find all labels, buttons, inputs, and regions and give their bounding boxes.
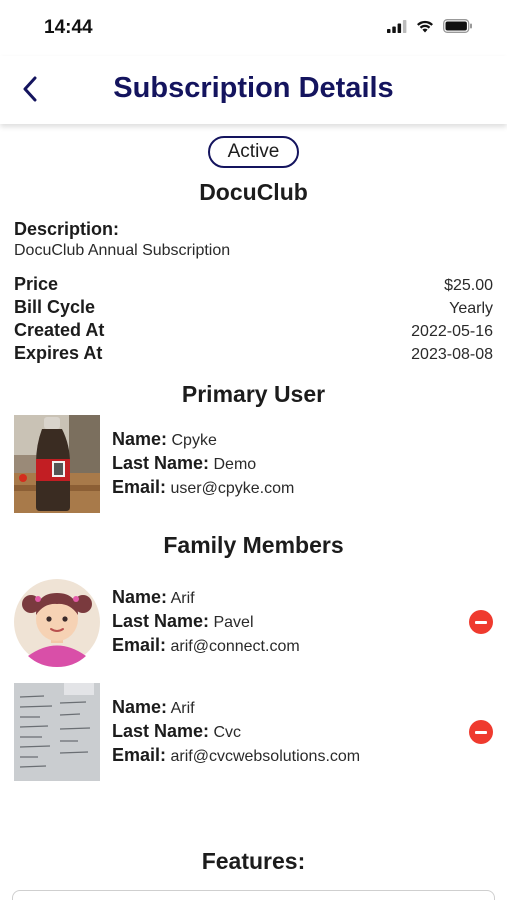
battery-icon — [443, 19, 472, 33]
wifi-icon — [417, 20, 433, 32]
detail-value: $25.00 — [444, 277, 493, 294]
email-value: arif@connect.com — [170, 638, 300, 655]
detail-row-price: Price $25.00 — [14, 274, 493, 297]
last-name-label: Last Name: — [112, 611, 210, 631]
status-time: 14:44 — [44, 17, 93, 38]
last-name-value: Cvc — [213, 724, 242, 741]
email-row: Email: user@cpyke.com — [112, 476, 294, 500]
description-label: Description: — [14, 219, 120, 239]
family-member-card: Name: Arif Last Name: Cvc Email: arif@cv… — [0, 683, 507, 781]
email-label: Email: — [112, 477, 167, 497]
name-row: Name: Cpyke — [112, 428, 294, 452]
remove-member-button[interactable] — [469, 720, 493, 744]
email-value: arif@cvcwebsolutions.com — [170, 748, 361, 765]
avatar — [14, 415, 100, 513]
detail-label: Bill Cycle — [14, 297, 96, 317]
detail-label: Expires At — [14, 343, 103, 363]
avatar — [14, 683, 100, 781]
subscription-name: DocuClub — [199, 179, 308, 205]
detail-row-expires-at: Expires At 2023-08-08 — [14, 343, 493, 366]
subscription-content[interactable]: Active DocuClub Description: DocuClub An… — [0, 124, 507, 900]
last-name-row: Last Name: Demo — [112, 452, 294, 476]
description-value: DocuClub Annual Subscription — [14, 242, 231, 259]
primary-user-info: Name: Cpyke Last Name: Demo Email: user@… — [112, 428, 294, 500]
family-member-card: Name: Arif Last Name: Pavel Email: arif@… — [0, 573, 507, 671]
detail-label: Created At — [14, 320, 105, 340]
detail-value: Yearly — [449, 300, 493, 317]
avatar — [14, 573, 100, 671]
email-row: Email: arif@connect.com — [112, 634, 300, 658]
email-label: Email: — [112, 635, 167, 655]
name-value: Arif — [170, 590, 195, 607]
detail-row-created-at: Created At 2022-05-16 — [14, 320, 493, 343]
name-row: Name: Arif — [112, 696, 360, 720]
family-member-info: Name: Arif Last Name: Pavel Email: arif@… — [112, 586, 300, 658]
cellular-signal-icon — [387, 19, 407, 33]
primary-user-title: Primary User — [181, 381, 326, 407]
minus-circle-icon — [475, 620, 487, 624]
family-members-title: Family Members — [163, 532, 344, 558]
document-photo — [14, 683, 100, 781]
minus-circle-icon — [475, 730, 487, 734]
bottle-photo — [14, 415, 100, 513]
name-value: Cpyke — [171, 432, 217, 449]
name-row: Name: Arif — [112, 586, 300, 610]
email-value: user@cpyke.com — [170, 480, 295, 497]
detail-row-bill-cycle: Bill Cycle Yearly — [14, 297, 493, 320]
last-name-value: Demo — [213, 456, 257, 473]
email-label: Email: — [112, 745, 167, 765]
remove-member-button[interactable] — [469, 610, 493, 634]
name-label: Name: — [112, 429, 168, 449]
status-icons — [387, 19, 473, 33]
detail-value: 2023-08-08 — [411, 346, 493, 363]
name-label: Name: — [112, 587, 168, 607]
name-value: Arif — [170, 700, 195, 717]
page-title: Subscription Details — [113, 72, 394, 104]
features-list[interactable] — [12, 890, 495, 900]
name-label: Name: — [112, 697, 168, 717]
last-name-label: Last Name: — [112, 453, 210, 473]
features-title: Features: — [201, 848, 306, 874]
subscription-details: Price $25.00 Bill Cycle Yearly Created A… — [0, 274, 507, 366]
status-bar: 14:44 — [0, 0, 507, 56]
girl-avatar — [14, 579, 100, 667]
email-row: Email: arif@cvcwebsolutions.com — [112, 744, 360, 768]
detail-value: 2022-05-16 — [411, 323, 493, 340]
primary-user-card: Name: Cpyke Last Name: Demo Email: user@… — [0, 415, 507, 513]
family-member-info: Name: Arif Last Name: Cvc Email: arif@cv… — [112, 696, 360, 768]
last-name-row: Last Name: Cvc — [112, 720, 360, 744]
description-block: Description: DocuClub Annual Subscriptio… — [0, 219, 507, 260]
status-badge: Active — [207, 136, 300, 168]
last-name-value: Pavel — [213, 614, 254, 631]
last-name-row: Last Name: Pavel — [112, 610, 300, 634]
detail-label: Price — [14, 274, 59, 294]
last-name-label: Last Name: — [112, 721, 210, 741]
navigation-bar: Subscription Details — [0, 56, 507, 124]
